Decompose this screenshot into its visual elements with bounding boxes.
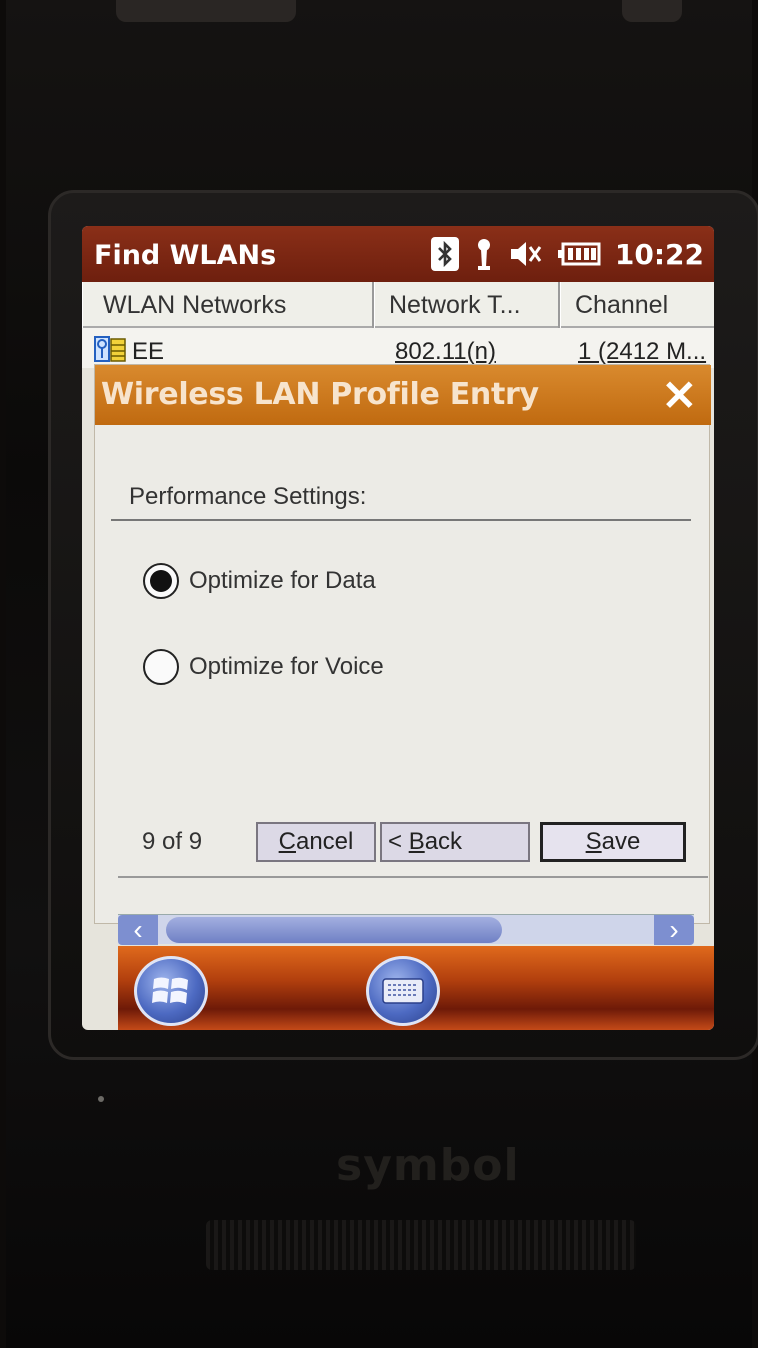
save-button[interactable]: Save <box>540 822 686 862</box>
windows-logo-icon <box>152 977 188 1004</box>
keyboard-button[interactable] <box>366 956 440 1026</box>
radio-button-selected[interactable] <box>143 563 179 599</box>
cancel-button[interactable]: Cancel <box>256 822 376 862</box>
column-header-network-type[interactable]: Network T... <box>374 282 560 328</box>
divider <box>111 519 691 521</box>
device-screen: Find WLANs 10:22 WLAN Networks Network T… <box>82 226 714 1030</box>
column-header-wlan-networks[interactable]: WLAN Networks <box>82 282 374 328</box>
horizontal-scrollbar[interactable]: ‹ › <box>118 914 694 945</box>
divider <box>118 876 708 878</box>
radio-button-unselected[interactable] <box>143 649 179 685</box>
back-button[interactable]: < Back <box>380 822 530 862</box>
taskbar <box>118 946 714 1030</box>
back-accelerator: B <box>408 828 425 855</box>
dialog-title: Wireless LAN Profile Entry <box>101 377 539 412</box>
row-network-type: 802.11(n) <box>395 338 496 365</box>
status-icons: 10:22 <box>430 236 704 272</box>
device-screw <box>98 1096 104 1102</box>
keyboard-icon <box>382 978 424 1004</box>
brand-logo: symbol <box>336 1140 520 1191</box>
column-header-channel[interactable]: Channel <box>560 282 714 328</box>
radio-dot <box>150 570 172 592</box>
battery-icon[interactable] <box>557 242 601 266</box>
back-prefix: < <box>388 828 409 855</box>
radio-optimize-voice[interactable]: Optimize for Voice <box>143 649 384 685</box>
step-counter: 9 of 9 <box>142 828 203 855</box>
device-top-grip-right <box>622 0 682 22</box>
row-channel: 1 (2412 M... <box>578 338 707 365</box>
windows-start-button[interactable] <box>134 956 208 1026</box>
wlan-list-header: WLAN Networks Network T... Channel <box>82 282 714 328</box>
title-bar: Find WLANs 10:22 <box>82 226 714 282</box>
speaker-grill <box>206 1220 636 1270</box>
list-item[interactable]: EE 802.11(n) 1 (2412 M... <box>82 328 714 368</box>
bluetooth-icon[interactable] <box>430 237 459 271</box>
app-title: Find WLANs <box>94 240 277 271</box>
radio-label-data[interactable]: Optimize for Data <box>189 567 376 595</box>
antenna-icon[interactable] <box>473 237 495 271</box>
save-label: ave <box>601 828 641 855</box>
volume-muted-icon[interactable] <box>509 239 543 269</box>
scroll-right-arrow-icon[interactable]: › <box>654 914 694 945</box>
radio-label-voice[interactable]: Optimize for Voice <box>189 653 384 681</box>
section-label: Performance Settings: <box>129 483 367 510</box>
back-label: ack <box>424 828 463 855</box>
close-icon[interactable]: ✕ <box>662 371 697 420</box>
clock[interactable]: 10:22 <box>615 238 704 271</box>
radio-optimize-data[interactable]: Optimize for Data <box>143 563 376 599</box>
dialog-title-bar: Wireless LAN Profile Entry ✕ <box>95 365 711 425</box>
scroll-left-arrow-icon[interactable]: ‹ <box>118 914 158 945</box>
cancel-accelerator: C <box>278 828 296 855</box>
scroll-thumb[interactable] <box>166 917 502 943</box>
device-top-grip <box>116 0 296 22</box>
row-ssid: EE <box>132 338 165 365</box>
cancel-label: ancel <box>295 828 354 855</box>
save-accelerator: S <box>585 828 602 855</box>
wizard-footer: 9 of 9 Cancel < Back Save <box>82 816 714 872</box>
